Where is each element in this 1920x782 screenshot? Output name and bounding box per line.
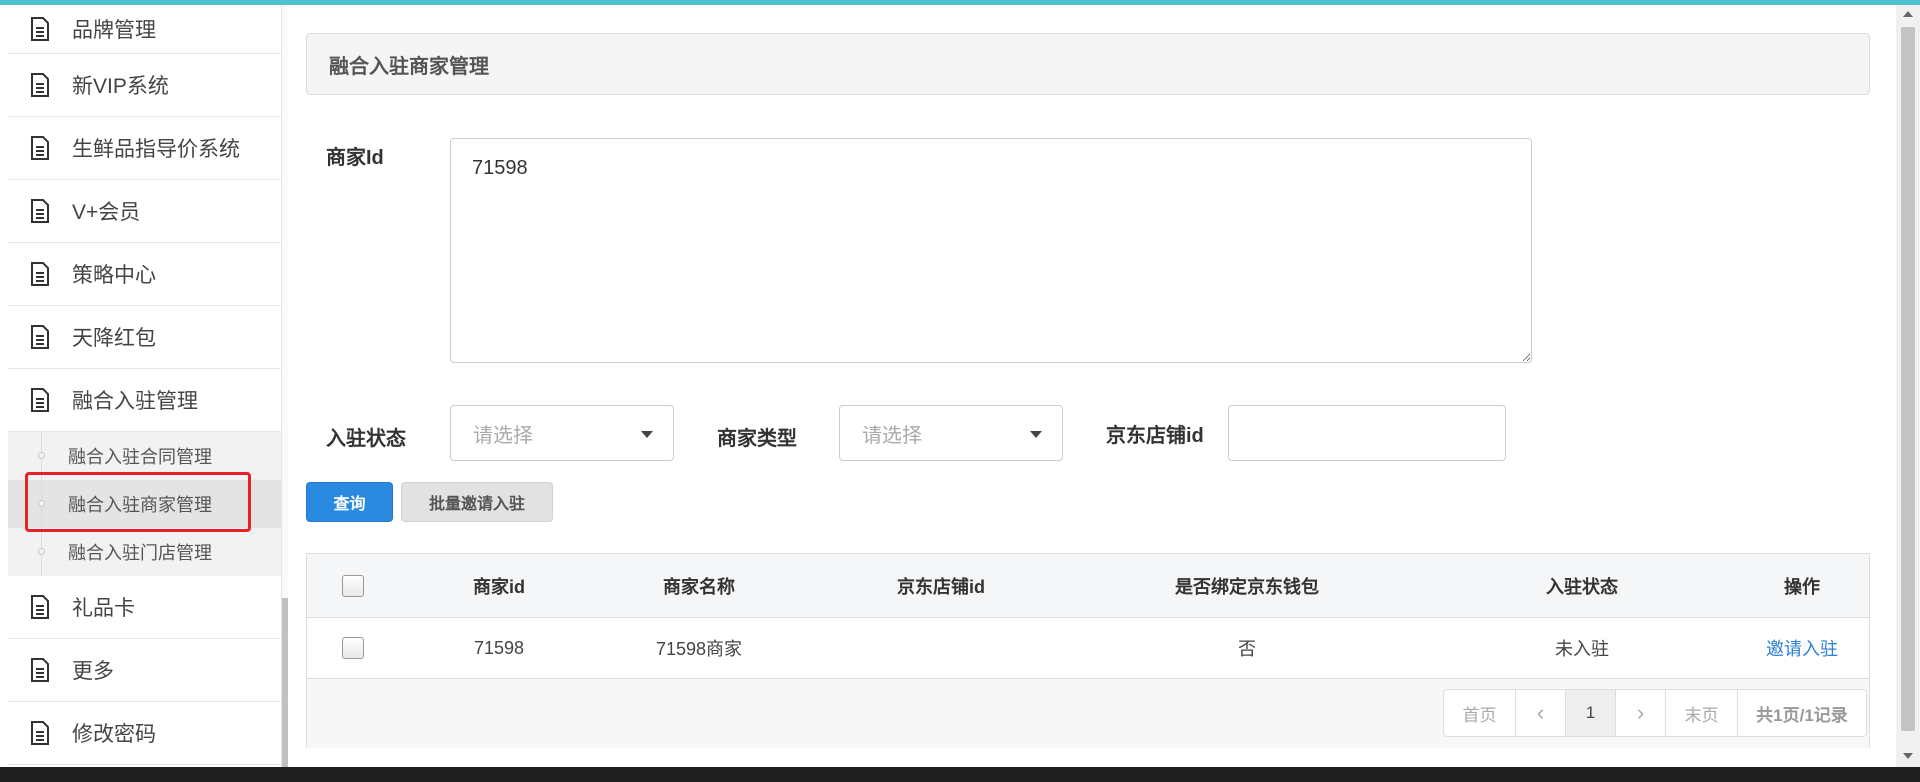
jd-shop-id-label: 京东店铺id bbox=[1106, 425, 1204, 447]
sidebar-item-label: 天降红包 bbox=[72, 327, 156, 350]
sidebar-item-label: 修改密码 bbox=[72, 723, 156, 746]
page-number-current[interactable]: 1 bbox=[1566, 690, 1616, 736]
cell-merchant-id: 71598 bbox=[473, 637, 525, 658]
merchant-id-label: 商家Id bbox=[326, 147, 384, 169]
sidebar-item-vplus[interactable]: V+会员 bbox=[8, 180, 281, 243]
type-select-value: 请选择 bbox=[862, 424, 922, 447]
sidebar-item-new-vip[interactable]: 新VIP系统 bbox=[8, 54, 281, 117]
row-checkbox[interactable] bbox=[342, 637, 364, 659]
sidebar: 品牌管理 新VIP系统 生鲜品指导价系统 V+会员 策略中心 天降红包 融合入驻… bbox=[0, 5, 282, 767]
sidebar-menu: 品牌管理 新VIP系统 生鲜品指导价系统 V+会员 策略中心 天降红包 融合入驻… bbox=[8, 5, 281, 765]
sidebar-subitem-label: 融合入驻合同管理 bbox=[68, 447, 212, 467]
pagination-summary: 共1页/1记录 bbox=[1756, 705, 1848, 725]
document-icon bbox=[30, 199, 64, 223]
sidebar-item-label: V+会员 bbox=[72, 201, 141, 224]
document-icon bbox=[30, 325, 64, 349]
status-label: 入驻状态 bbox=[326, 428, 406, 450]
cell-jd-shop-id bbox=[831, 618, 1051, 678]
sidebar-item-label: 品牌管理 bbox=[72, 19, 156, 42]
sidebar-item-label: 融合入驻管理 bbox=[72, 390, 198, 413]
sidebar-item-label: 礼品卡 bbox=[72, 597, 135, 620]
sidebar-subitem-contract[interactable]: 融合入驻合同管理 bbox=[8, 432, 281, 480]
sidebar-item-fusion-settle[interactable]: 融合入驻管理 bbox=[8, 369, 281, 432]
header-wallet-bound: 是否绑定京东钱包 bbox=[1175, 576, 1319, 597]
sidebar-item-fresh-price[interactable]: 生鲜品指导价系统 bbox=[8, 117, 281, 180]
scroll-up-arrow-icon[interactable] bbox=[1903, 11, 1913, 17]
cell-status: 未入驻 bbox=[1555, 639, 1609, 659]
chevron-down-icon bbox=[641, 431, 653, 438]
header-action: 操作 bbox=[1784, 576, 1820, 597]
chevron-right-icon[interactable]: › bbox=[1616, 690, 1666, 736]
header-status: 入驻状态 bbox=[1546, 576, 1618, 597]
page-scrollbar-thumb[interactable] bbox=[1901, 27, 1915, 731]
sidebar-submenu: 融合入驻合同管理 融合入驻商家管理 融合入驻门店管理 bbox=[8, 432, 281, 576]
document-icon bbox=[30, 595, 64, 619]
header-merchant-name: 商家名称 bbox=[663, 576, 735, 597]
type-label: 商家类型 bbox=[717, 428, 797, 450]
table-header: 商家id 商家名称 京东店铺id 是否绑定京东钱包 入驻状态 操作 bbox=[307, 554, 1869, 618]
tree-dot-icon bbox=[38, 548, 45, 555]
header-jd-shop-id: 京东店铺id bbox=[897, 576, 985, 597]
cell-wallet-bound: 否 bbox=[1238, 639, 1256, 659]
sidebar-subitem-merchant[interactable]: 融合入驻商家管理 bbox=[8, 480, 281, 528]
table-row: 71598 71598商家 否 未入驻 邀请入驻 bbox=[307, 618, 1869, 679]
sidebar-item-label: 生鲜品指导价系统 bbox=[72, 138, 240, 161]
document-icon bbox=[30, 658, 64, 682]
chevron-left-icon[interactable]: ‹ bbox=[1516, 690, 1566, 736]
sidebar-item-label: 更多 bbox=[72, 660, 114, 683]
sidebar-subitem-label: 融合入驻门店管理 bbox=[68, 543, 212, 563]
document-icon bbox=[30, 721, 64, 745]
type-select[interactable]: 请选择 bbox=[839, 405, 1063, 461]
table-footer: 首页 ‹ 1 › 末页 共1页/1记录 bbox=[307, 679, 1869, 748]
document-icon bbox=[30, 136, 64, 160]
page-title: 融合入驻商家管理 bbox=[306, 33, 1870, 95]
chevron-down-icon bbox=[1030, 431, 1042, 438]
sidebar-item-label: 新VIP系统 bbox=[72, 75, 169, 98]
query-button[interactable]: 查询 bbox=[306, 482, 393, 522]
cell-merchant-name: 71598商家 bbox=[655, 639, 743, 659]
header-merchant-id: 商家id bbox=[473, 576, 525, 597]
status-select-value: 请选择 bbox=[473, 424, 533, 447]
first-page-button[interactable]: 首页 bbox=[1444, 690, 1516, 736]
sidebar-item-more[interactable]: 更多 bbox=[8, 639, 281, 702]
document-icon bbox=[30, 388, 64, 412]
sidebar-item-change-password[interactable]: 修改密码 bbox=[8, 702, 281, 765]
jd-shop-id-input[interactable] bbox=[1228, 405, 1506, 461]
main-content: 融合入驻商家管理 商家Id 71598 入驻状态 请选择 商家类型 请选择 京东… bbox=[288, 5, 1896, 767]
select-all-checkbox[interactable] bbox=[342, 574, 364, 597]
document-icon bbox=[30, 73, 64, 97]
invite-settle-link[interactable]: 邀请入驻 bbox=[1702, 618, 1902, 678]
taskbar-strip bbox=[0, 767, 1920, 782]
scroll-down-arrow-icon[interactable] bbox=[1903, 753, 1913, 759]
tree-dot-icon bbox=[38, 500, 45, 507]
page-scrollbar[interactable] bbox=[1896, 5, 1920, 767]
sidebar-subitem-label: 融合入驻商家管理 bbox=[68, 495, 212, 515]
sidebar-item-strategy[interactable]: 策略中心 bbox=[8, 243, 281, 306]
select-all-cell bbox=[337, 554, 369, 617]
last-page-button[interactable]: 末页 bbox=[1666, 690, 1738, 736]
sidebar-subitem-store[interactable]: 融合入驻门店管理 bbox=[8, 528, 281, 576]
sidebar-item-brand[interactable]: 品牌管理 bbox=[8, 5, 281, 54]
document-icon bbox=[30, 17, 64, 41]
row-select-cell bbox=[337, 618, 369, 678]
sidebar-item-label: 策略中心 bbox=[72, 264, 156, 287]
tree-dot-icon bbox=[38, 452, 45, 459]
merchant-id-textarea[interactable]: 71598 bbox=[450, 138, 1532, 363]
status-select[interactable]: 请选择 bbox=[450, 405, 674, 461]
merchant-table: 商家id 商家名称 京东店铺id 是否绑定京东钱包 入驻状态 操作 71598 … bbox=[306, 553, 1870, 748]
sidebar-item-gift-card[interactable]: 礼品卡 bbox=[8, 576, 281, 639]
document-icon bbox=[30, 262, 64, 286]
sidebar-item-red-packet[interactable]: 天降红包 bbox=[8, 306, 281, 369]
batch-invite-button[interactable]: 批量邀请入驻 bbox=[401, 482, 553, 522]
pagination: 首页 ‹ 1 › 末页 共1页/1记录 bbox=[1443, 689, 1867, 737]
